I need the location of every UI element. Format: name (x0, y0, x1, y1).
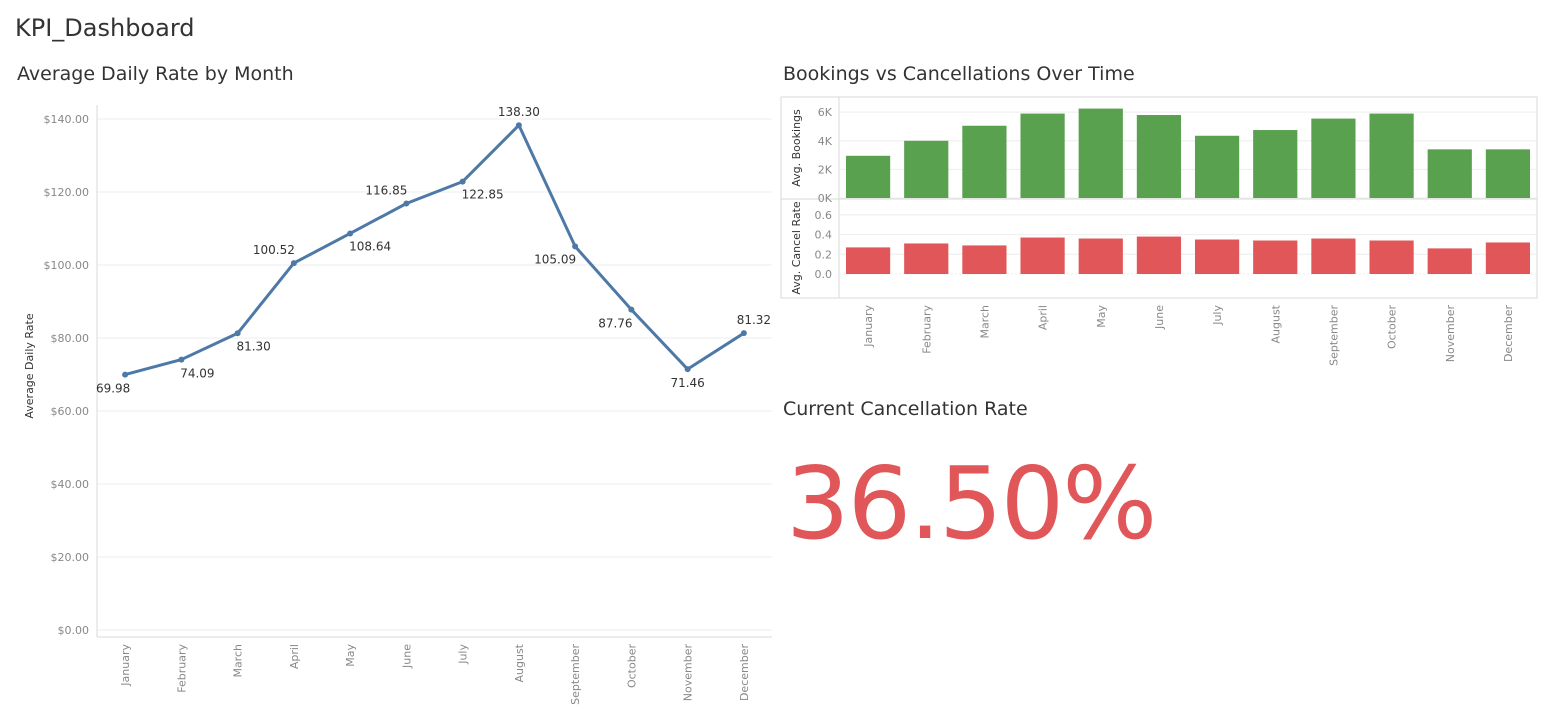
cancel-rate-bar (1020, 237, 1065, 274)
cancel-rate-bar (1078, 238, 1123, 274)
y-axis-title: Avg. Bookings (790, 109, 803, 187)
x-tick-label: April (288, 644, 301, 669)
y-tick-label: 0.2 (815, 248, 833, 261)
x-tick-label: November (1444, 305, 1457, 363)
bookings-bar (904, 140, 949, 198)
y-tick-label: $20.00 (51, 551, 90, 564)
x-tick-label: March (978, 305, 991, 339)
bookings-cancellations-chart[interactable]: 0K 2K 4K 6K Avg. Bookings 0.0 0.2 0.4 0.6 Avg. Ca… (0, 0, 1549, 400)
bookings-bar (1427, 149, 1472, 198)
x-tick-label: October (625, 644, 638, 688)
bookings-bar (1020, 113, 1065, 198)
kpi-cancellation-rate-value: 36.50% (786, 445, 1157, 562)
x-tick-label: August (513, 643, 526, 682)
x-tick-label: July (1211, 305, 1224, 326)
x-tick-label: February (175, 644, 188, 693)
kpi-title: Current Cancellation Rate (783, 398, 1028, 420)
x-tick-label: February (920, 305, 933, 354)
y-tick-label: 2K (818, 163, 833, 176)
bookings-bar (1136, 115, 1182, 198)
x-tick-label: April (1037, 305, 1050, 330)
y-tick-label: 0.6 (815, 209, 833, 222)
x-tick-label: May (1095, 305, 1108, 328)
bookings-bar (845, 155, 891, 198)
bookings-bar (1078, 108, 1123, 198)
x-tick-label: September (569, 644, 582, 705)
cancel-rate-bar (962, 245, 1007, 274)
bookings-bar (1194, 135, 1240, 198)
bookings-bar (1369, 113, 1414, 198)
cancel-rate-bar (1369, 240, 1414, 274)
y-tick-label: 0K (818, 192, 833, 205)
cancel-rate-bar (845, 247, 891, 274)
bookings-bar (1485, 149, 1531, 198)
bookings-bar (1311, 118, 1356, 198)
x-tick-label: September (1327, 305, 1340, 366)
x-tick-label: November (682, 644, 695, 702)
x-tick-label: June (1153, 305, 1166, 330)
x-tick-label: March (232, 644, 245, 678)
cancel-rate-bar (1253, 240, 1298, 274)
x-tick-label: June (400, 644, 413, 669)
y-tick-label: 0.0 (815, 268, 833, 281)
y-tick-label: $60.00 (51, 405, 90, 418)
x-tick-label: January (862, 305, 875, 348)
x-tick-label: December (738, 644, 751, 702)
cancel-rate-bar (904, 243, 949, 274)
y-tick-label: 4K (818, 135, 833, 148)
y-axis-title: Avg. Cancel Rate (790, 201, 803, 295)
cancel-rate-bar (1427, 248, 1472, 274)
x-tick-label: January (119, 644, 132, 687)
bookings-bar (962, 125, 1007, 198)
x-tick-label: October (1386, 305, 1399, 349)
y-tick-label: 0.4 (815, 229, 833, 242)
cancel-rate-bar (1311, 238, 1356, 274)
cancel-rate-bar (1485, 242, 1531, 274)
cancel-rate-bar (1136, 236, 1182, 274)
cancel-rate-bar (1194, 239, 1240, 274)
y-tick-label: 6K (818, 106, 833, 119)
bookings-bar (1253, 130, 1298, 198)
x-tick-label: August (1269, 304, 1282, 343)
y-tick-label: $40.00 (51, 478, 90, 491)
x-tick-label: July (457, 644, 470, 665)
x-tick-label: May (344, 644, 357, 667)
y-tick-label: $0.00 (58, 624, 90, 637)
x-tick-label: December (1502, 305, 1515, 363)
